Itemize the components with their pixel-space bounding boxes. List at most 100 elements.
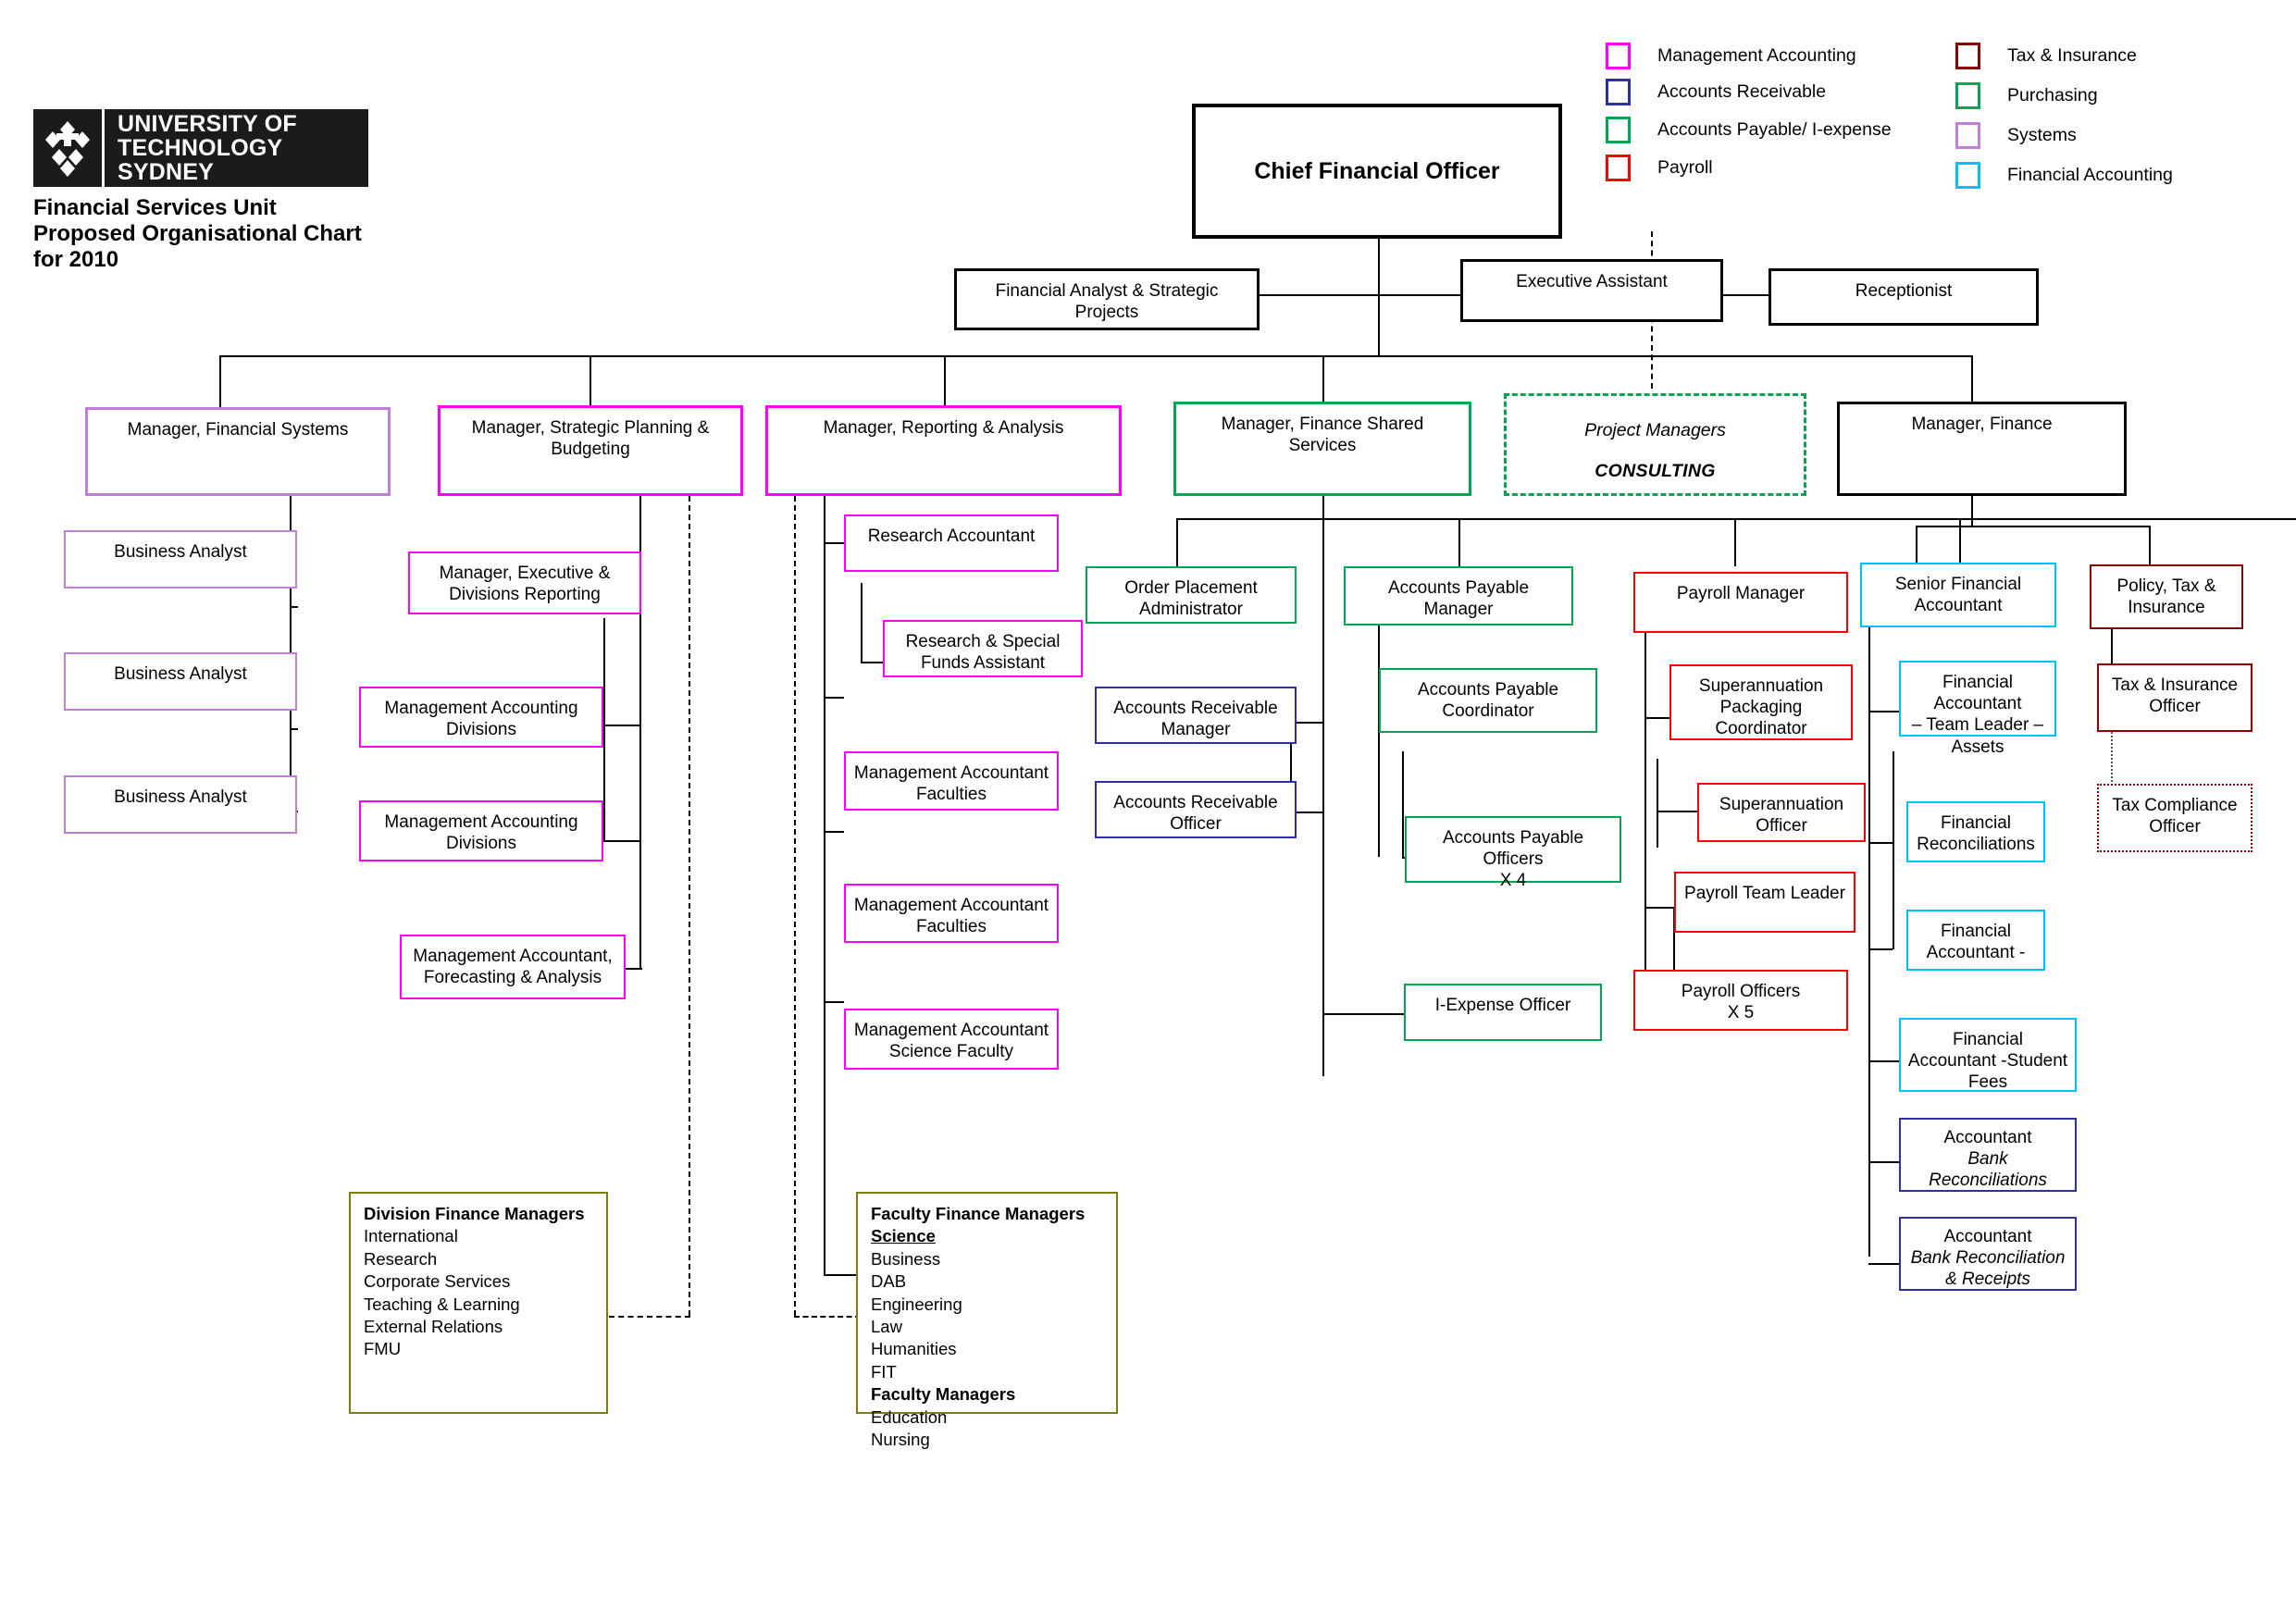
node-accounts-payable-manager[interactable]: Accounts Payable Manager: [1344, 566, 1573, 626]
node-manager-reporting-analysis[interactable]: Manager, Reporting & Analysis: [765, 405, 1122, 496]
connector: [1971, 355, 1973, 407]
node-executive-assistant[interactable]: Executive Assistant: [1460, 259, 1723, 322]
node-management-accounting-divisions-1[interactable]: Management Accounting Divisions: [359, 687, 603, 748]
connector: [861, 662, 883, 663]
node-label: Payroll Officers X 5: [1681, 982, 1801, 1023]
node-financial-accountant[interactable]: Financial Accountant -: [1906, 910, 2045, 971]
legend-swatch-icon: [1955, 162, 1980, 189]
connector: [1868, 842, 1893, 844]
node-manager-financial-systems[interactable]: Manager, Financial Systems: [85, 407, 391, 496]
node-management-accountant-science-faculty[interactable]: Management Accountant Science Faculty: [844, 1009, 1059, 1070]
node-research-accountant[interactable]: Research Accountant: [844, 514, 1059, 572]
node-business-analyst-2[interactable]: Business Analyst: [64, 652, 297, 711]
node-superannuation-officer[interactable]: Superannuation Officer: [1697, 783, 1866, 842]
connector: [603, 618, 605, 842]
node-order-placement-administrator[interactable]: Order Placement Administrator: [1086, 566, 1297, 624]
title-line-1: Financial Services Unit: [33, 195, 277, 220]
node-payroll-officers[interactable]: Payroll Officers X 5: [1633, 970, 1848, 1031]
connector-dashed: [689, 496, 690, 1316]
connector: [1916, 526, 2149, 527]
connector: [290, 606, 298, 608]
legend-swatch-icon: [1606, 79, 1631, 105]
connector: [1378, 626, 1380, 857]
node-manager-executive-divisions-reporting[interactable]: Manager, Executive & Divisions Reporting: [408, 551, 641, 614]
connector-dashed: [609, 1316, 690, 1318]
division-finance-managers-list: Division Finance Managers International …: [364, 1203, 585, 1412]
node-label: Manager, Financial Systems: [127, 420, 349, 440]
node-financial-reconciliations[interactable]: Financial Reconciliations: [1906, 801, 2045, 862]
uts-logo-line-1: UNIVERSITY OF: [118, 111, 297, 137]
list-item: Law: [871, 1317, 902, 1337]
node-label: Management Accountant Faculties: [853, 763, 1049, 805]
node-management-accountant-faculties-1[interactable]: Management Accountant Faculties: [844, 751, 1059, 811]
node-accounts-receivable-officer[interactable]: Accounts Receivable Officer: [1095, 781, 1297, 838]
legend-item-systems: Systems: [1955, 122, 2173, 149]
list-item: Research: [364, 1248, 438, 1269]
project-managers-label: Project Managers: [1584, 420, 1726, 440]
node-label: Research & Special Funds Assistant: [905, 632, 1061, 674]
legend-item-tax-insurance: Tax & Insurance: [1955, 43, 2173, 69]
node-policy-tax-insurance[interactable]: Policy, Tax & Insurance: [2090, 564, 2243, 629]
node-label: Payroll Manager: [1676, 584, 1806, 603]
list-item: Teaching & Learning: [364, 1294, 520, 1314]
connector: [944, 355, 946, 407]
node-label: Manager, Executive & Divisions Reporting: [439, 564, 611, 605]
org-chart-canvas: UNIVERSITY OF TECHNOLOGY SYDNEY Financia…: [0, 0, 2296, 1623]
legend-label: Tax & Insurance: [2007, 45, 2137, 66]
legend-label: Financial Accounting: [2007, 165, 2173, 185]
node-financial-accountant-student-fees[interactable]: Financial Accountant -Student Fees: [1899, 1018, 2077, 1092]
list-item: Business: [871, 1248, 941, 1269]
legend-swatch-icon: [1955, 82, 1980, 109]
node-label: Financial Reconciliations: [1917, 813, 2035, 855]
legend-column-right: Tax & Insurance Purchasing Systems Finan…: [1955, 43, 2173, 189]
node-senior-financial-accountant[interactable]: Senior Financial Accountant: [1860, 563, 2056, 627]
connector: [2149, 526, 2151, 564]
connector: [1868, 1060, 1899, 1062]
node-manager-finance[interactable]: Manager, Finance: [1837, 402, 2127, 496]
list-item: Corporate Services: [364, 1271, 511, 1292]
node-label: Superannuation Officer: [1719, 795, 1844, 836]
node-tax-compliance-officer[interactable]: Tax Compliance Officer: [2097, 784, 2253, 852]
list-item: Nursing: [871, 1430, 930, 1450]
list-header: Division Finance Managers: [364, 1204, 585, 1223]
list-item: Humanities: [871, 1339, 957, 1359]
connector: [861, 583, 863, 662]
node-label: Accounts Receivable Manager: [1113, 699, 1278, 740]
node-label: Business Analyst: [114, 542, 247, 562]
node-superannuation-packaging-coordinator[interactable]: Superannuation Packaging Coordinator: [1669, 664, 1853, 740]
connector: [1176, 518, 1178, 566]
node-accounts-receivable-manager[interactable]: Accounts Receivable Manager: [1095, 687, 1297, 744]
connector: [824, 697, 844, 699]
node-accountant-bank-reconciliations[interactable]: Accountant Bank Reconciliations: [1899, 1118, 2077, 1192]
node-accounts-payable-coordinator[interactable]: Accounts Payable Coordinator: [1379, 668, 1597, 733]
connector: [1322, 355, 1324, 407]
node-management-accountant-faculties-2[interactable]: Management Accountant Faculties: [844, 884, 1059, 943]
node-accountant-bank-reconciliation-receipts[interactable]: Accountant Bank Reconciliation & Receipt…: [1899, 1217, 2077, 1291]
node-payroll-manager[interactable]: Payroll Manager: [1633, 572, 1848, 633]
node-i-expense-officer[interactable]: I-Expense Officer: [1404, 984, 1602, 1041]
node-manager-finance-shared-services[interactable]: Manager, Finance Shared Services: [1173, 402, 1471, 496]
node-business-analyst-1[interactable]: Business Analyst: [64, 530, 297, 588]
node-faculty-finance-managers[interactable]: Faculty Finance Managers Science Busines…: [856, 1192, 1118, 1449]
legend-item-accounts-payable: Accounts Payable/ I-expense: [1606, 117, 1892, 143]
connector: [824, 542, 844, 544]
node-financial-accountant-team-leader-assets[interactable]: Financial Accountant – Team Leader – Ass…: [1899, 661, 2056, 757]
node-tax-insurance-officer[interactable]: Tax & Insurance Officer: [2097, 663, 2253, 732]
node-manager-strategic-planning-budgeting[interactable]: Manager, Strategic Planning & Budgeting: [438, 405, 743, 496]
node-management-accountant-forecasting-analysis[interactable]: Management Accountant, Forecasting & Ana…: [400, 935, 626, 999]
node-financial-analyst-strategic-projects[interactable]: Financial Analyst & Strategic Projects: [954, 268, 1260, 330]
node-business-analyst-3[interactable]: Business Analyst: [64, 775, 297, 834]
node-division-finance-managers[interactable]: Division Finance Managers International …: [349, 1192, 608, 1414]
node-research-special-funds-assistant[interactable]: Research & Special Funds Assistant: [883, 620, 1083, 677]
list-item: FMU: [364, 1339, 402, 1359]
node-accounts-payable-officers[interactable]: Accounts Payable Officers X 4: [1405, 816, 1621, 890]
node-payroll-team-leader[interactable]: Payroll Team Leader: [1674, 872, 1855, 933]
node-label: Superannuation Packaging Coordinator: [1698, 676, 1824, 739]
connector: [1458, 518, 1460, 566]
list-item: FIT: [871, 1361, 897, 1381]
connector: [1176, 518, 2296, 520]
node-receptionist[interactable]: Receptionist: [1769, 268, 2039, 326]
node-chief-financial-officer[interactable]: Chief Financial Officer: [1192, 104, 1562, 239]
node-management-accounting-divisions-2[interactable]: Management Accounting Divisions: [359, 800, 603, 861]
node-project-managers-consulting[interactable]: Project Managers CONSULTING: [1504, 393, 1806, 496]
